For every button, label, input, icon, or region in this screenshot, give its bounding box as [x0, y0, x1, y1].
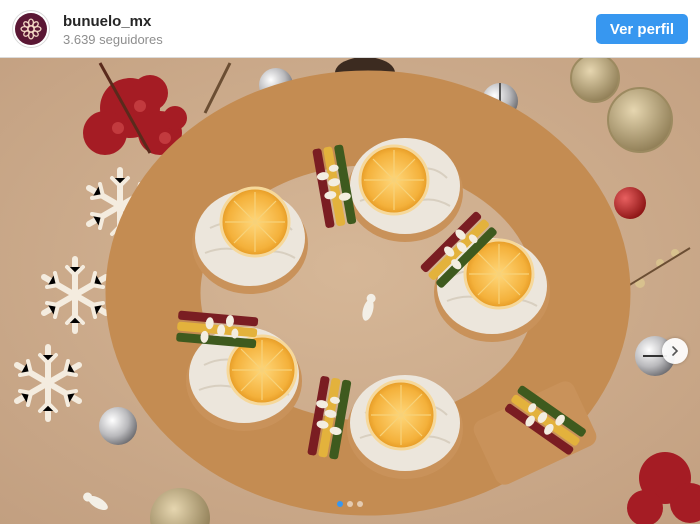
- post-photo[interactable]: [0, 58, 700, 524]
- carousel-dot: [357, 501, 363, 507]
- next-photo-button[interactable]: [662, 338, 688, 364]
- carousel-indicator: [0, 501, 700, 507]
- username[interactable]: bunuelo_mx: [63, 13, 151, 30]
- carousel-dot-active: [337, 501, 343, 507]
- follower-count: 3.639 seguidores: [63, 32, 163, 47]
- flower-logo-icon: [15, 13, 47, 45]
- post-header: bunuelo_mx 3.639 seguidores Ver perfil: [0, 0, 700, 58]
- avatar[interactable]: [12, 10, 50, 48]
- chevron-right-icon: [672, 346, 679, 356]
- view-profile-button[interactable]: Ver perfil: [596, 14, 688, 44]
- carousel-dot: [347, 501, 353, 507]
